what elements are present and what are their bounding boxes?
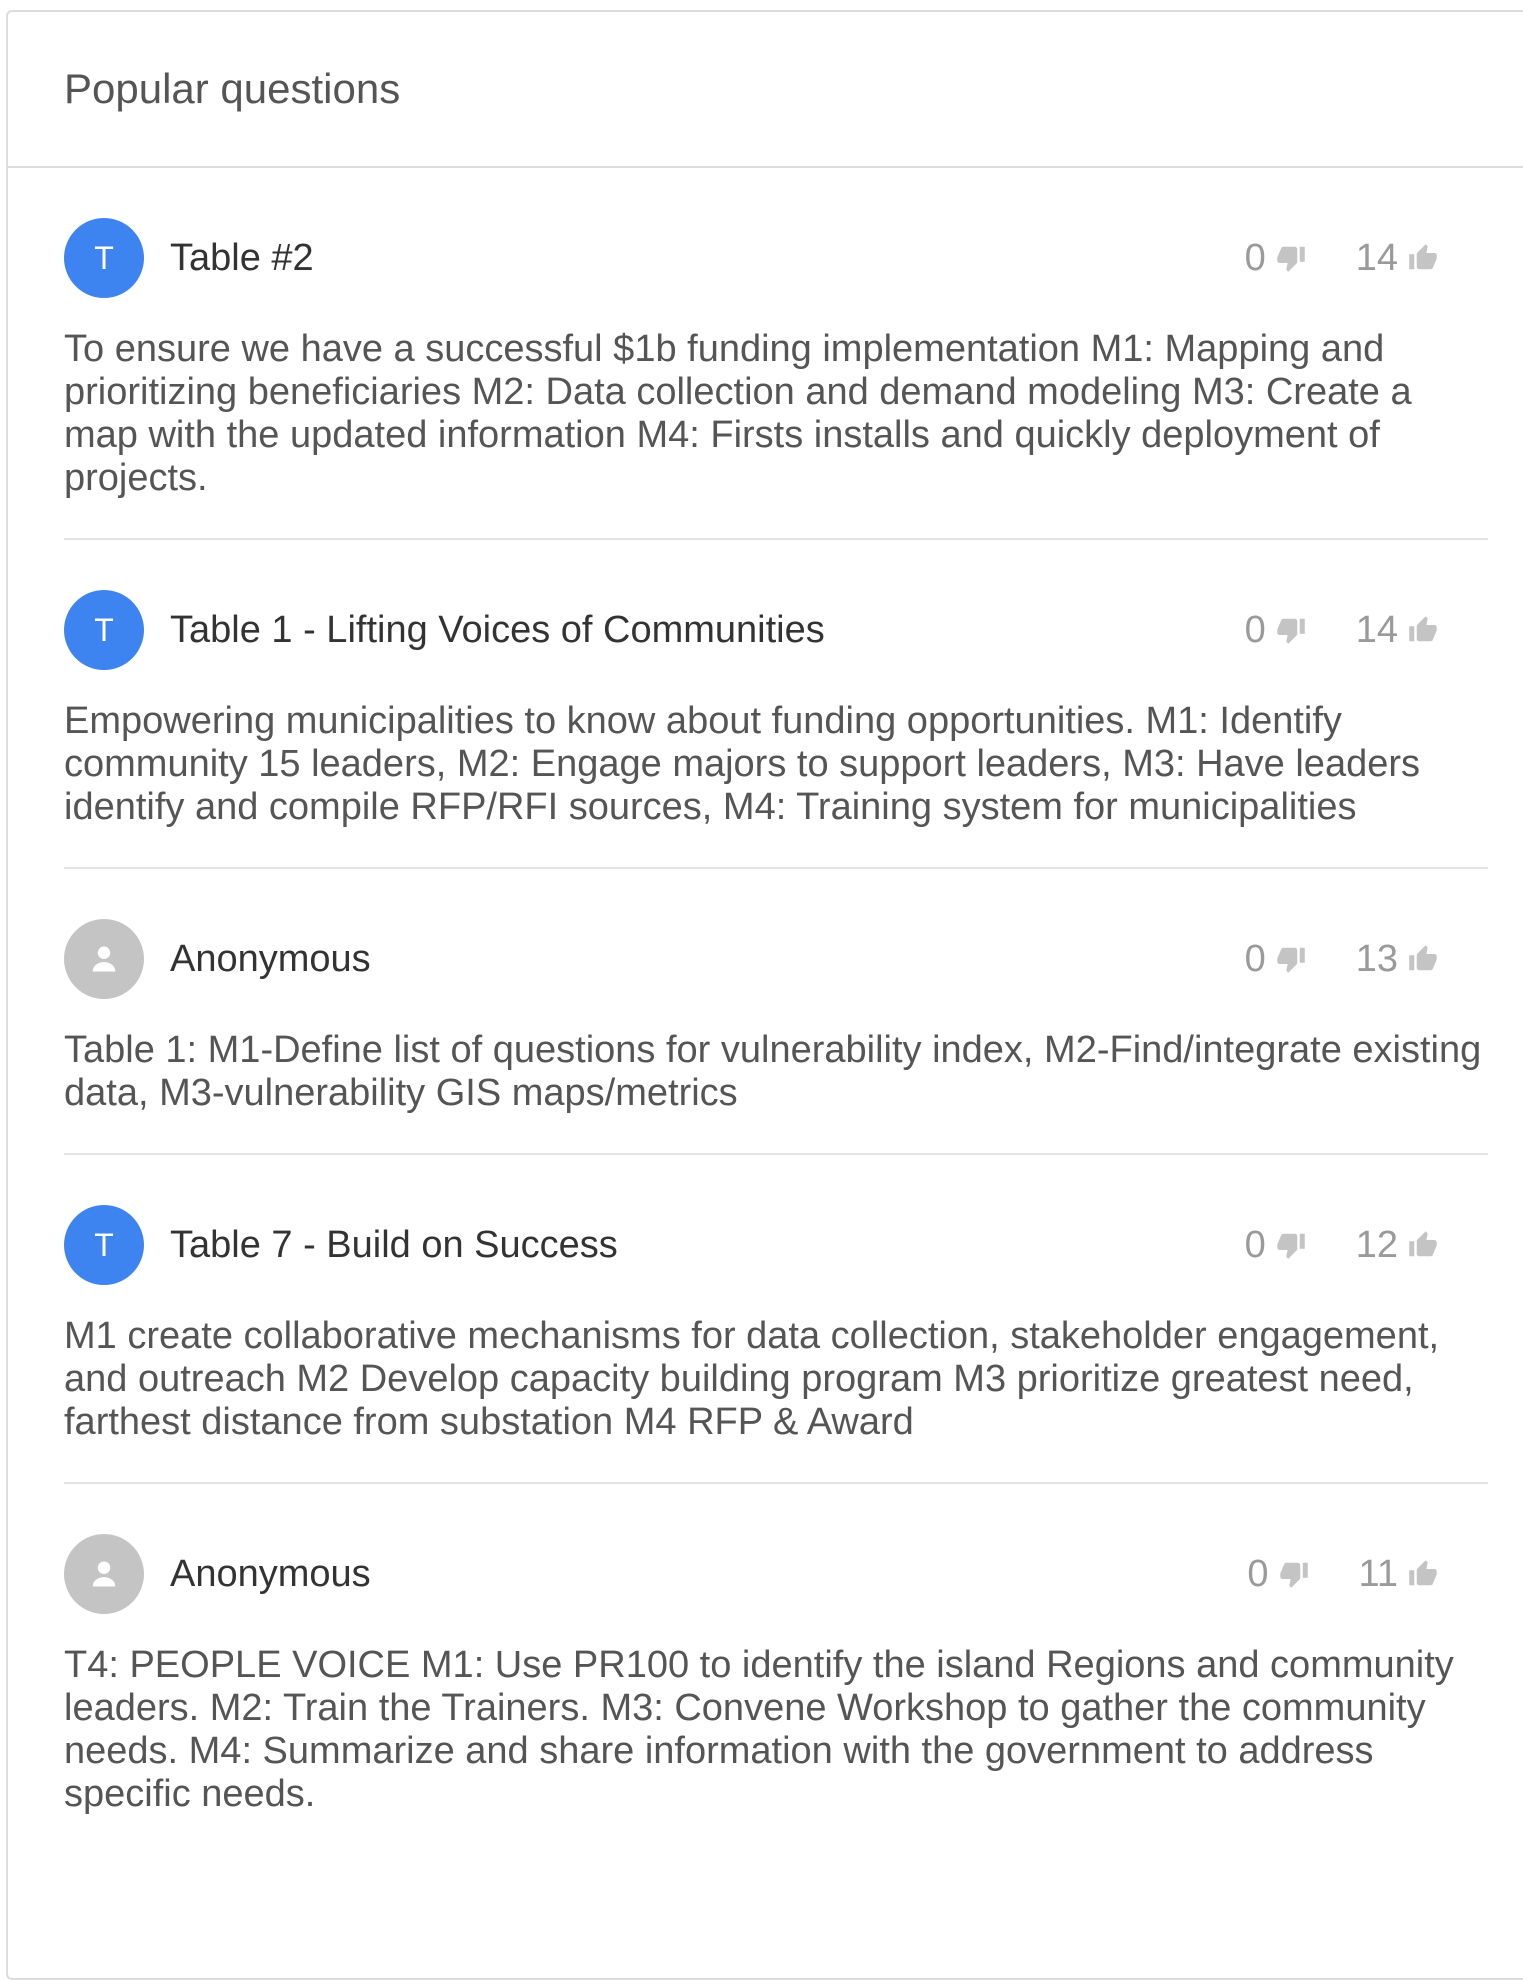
question-header: Anonymous 0 13 (64, 919, 1488, 999)
thumbs-down-icon (1276, 618, 1305, 644)
thumbs-down-icon (1279, 1562, 1308, 1588)
avatar: T (64, 590, 144, 670)
avatar (64, 919, 144, 999)
thumbs-up-icon (1409, 945, 1437, 971)
downvote-button[interactable]: 0 (1245, 609, 1306, 652)
downvote-button[interactable]: 0 (1247, 1553, 1308, 1596)
author-name: Anonymous (170, 1552, 371, 1595)
thumbs-up-icon (1409, 616, 1437, 642)
question-item: T Table 7 - Build on Success 0 12 M1 cre… (64, 1205, 1488, 1484)
downvote-button[interactable]: 0 (1245, 938, 1306, 981)
thumbs-down-icon (1276, 1233, 1305, 1259)
vote-controls: 0 13 (1245, 938, 1438, 981)
upvote-count: 13 (1355, 937, 1398, 980)
question-header: T Table 7 - Build on Success 0 12 (64, 1205, 1488, 1285)
thumbs-down-icon (1276, 947, 1305, 973)
question-header: T Table #2 0 14 (64, 218, 1488, 298)
question-text: M1 create collaborative mechanisms for d… (64, 1315, 1440, 1443)
vote-controls: 0 14 (1245, 609, 1438, 652)
downvote-count: 0 (1244, 937, 1266, 980)
upvote-count: 12 (1355, 1223, 1398, 1266)
question-text: Empowering municipalities to know about … (64, 700, 1420, 828)
person-icon (92, 1561, 116, 1587)
person-icon (92, 946, 116, 972)
downvote-count: 0 (1244, 1223, 1266, 1266)
panel-title: Popular questions (64, 65, 401, 112)
question-list: T Table #2 0 14 To ensure we have a succ… (8, 218, 1523, 1854)
question-header: T Table 1 - Lifting Voices of Communitie… (64, 590, 1488, 670)
downvote-count: 0 (1247, 1552, 1269, 1595)
downvote-count: 0 (1244, 608, 1266, 651)
panel-header: Popular questions (8, 12, 1523, 168)
vote-controls: 0 11 (1247, 1553, 1438, 1596)
question-item: Anonymous 0 11 T4: PEOPLE VOICE M1: Use … (64, 1534, 1488, 1854)
question-header: Anonymous 0 11 (64, 1534, 1488, 1614)
downvote-button[interactable]: 0 (1245, 1224, 1306, 1267)
author-name: Table 1 - Lifting Voices of Communities (170, 608, 825, 651)
upvote-count: 14 (1355, 236, 1398, 279)
question-item: Anonymous 0 13 Table 1: M1-Define list o… (64, 919, 1488, 1155)
author-name: Anonymous (170, 937, 371, 980)
author-name: Table #2 (170, 236, 314, 279)
avatar: T (64, 218, 144, 298)
upvote-button[interactable]: 14 (1356, 609, 1438, 652)
avatar-letter: T (94, 1226, 114, 1263)
thumbs-down-icon (1276, 246, 1305, 272)
avatar-letter: T (94, 239, 114, 276)
upvote-count: 11 (1358, 1552, 1398, 1595)
thumbs-up-icon (1409, 1560, 1437, 1586)
avatar: T (64, 1205, 144, 1285)
downvote-count: 0 (1244, 236, 1266, 279)
downvote-button[interactable]: 0 (1245, 237, 1306, 280)
question-item: T Table #2 0 14 To ensure we have a succ… (64, 218, 1488, 540)
avatar-letter: T (94, 611, 114, 648)
upvote-button[interactable]: 11 (1359, 1553, 1438, 1596)
question-text: Table 1: M1-Define list of questions for… (64, 1029, 1482, 1114)
question-text: T4: PEOPLE VOICE M1: Use PR100 to identi… (64, 1644, 1454, 1815)
upvote-button[interactable]: 13 (1356, 938, 1438, 981)
question-item: T Table 1 - Lifting Voices of Communitie… (64, 590, 1488, 869)
upvote-count: 14 (1355, 608, 1398, 651)
vote-controls: 0 12 (1245, 1224, 1438, 1267)
question-text: To ensure we have a successful $1b fundi… (64, 328, 1412, 499)
thumbs-up-icon (1409, 244, 1437, 270)
popular-questions-panel: Popular questions T Table #2 0 14 To ens… (6, 10, 1523, 1980)
thumbs-up-icon (1409, 1231, 1437, 1257)
upvote-button[interactable]: 12 (1356, 1224, 1438, 1267)
author-name: Table 7 - Build on Success (170, 1223, 618, 1266)
upvote-button[interactable]: 14 (1356, 237, 1438, 280)
vote-controls: 0 14 (1245, 237, 1438, 280)
avatar (64, 1534, 144, 1614)
